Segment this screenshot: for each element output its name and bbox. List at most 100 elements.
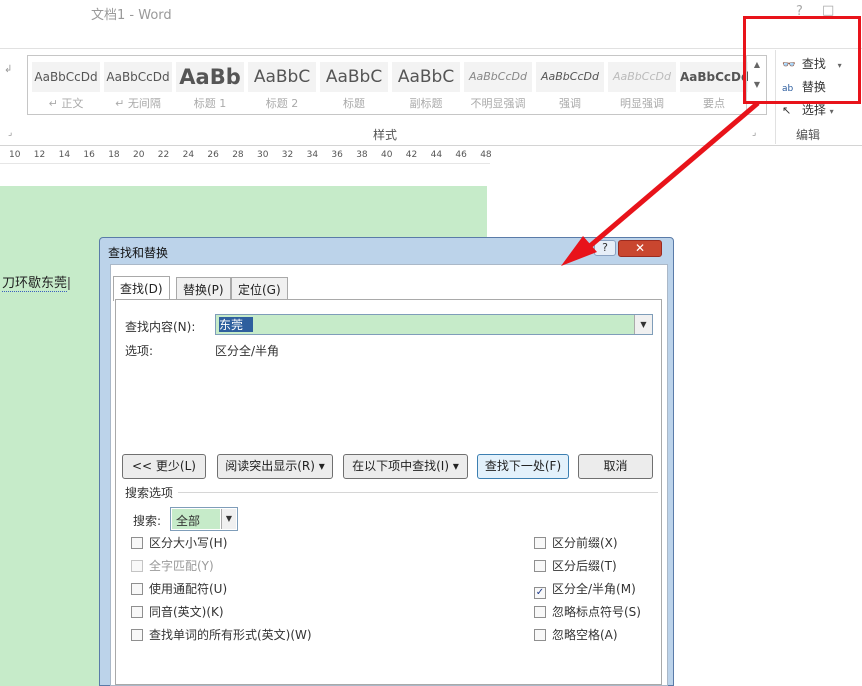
ruler-tick: 18 [108, 150, 120, 160]
style-preview: AaBbCcDd [32, 62, 100, 92]
cancel-button[interactable]: 取消 [578, 454, 653, 479]
style-name: 标题 [343, 97, 365, 110]
match-suffix-checkbox[interactable]: 区分后缀(T) [534, 557, 617, 575]
style-name: 不明显强调 [470, 97, 526, 110]
checkbox-box[interactable] [131, 606, 143, 618]
sounds-like-checkbox[interactable]: 同音(英文)(K) [131, 603, 224, 621]
checkbox-box[interactable] [534, 537, 546, 549]
tab-find[interactable]: 查找(D) [113, 276, 170, 301]
style-item[interactable]: AaBbCcDd ↵ 无间隔 [104, 62, 172, 112]
title-bar: 文档1 - Word ? □ [0, 0, 862, 28]
ruler-tick: 40 [381, 150, 393, 160]
reading-highlight-button[interactable]: 阅读突出显示(R) ▾ [217, 454, 333, 479]
style-name: ↵ 正文 [48, 97, 84, 110]
checkbox-box[interactable] [131, 583, 143, 595]
dialog-close-icon[interactable]: ✕ [618, 240, 662, 257]
ruler-tick: 46 [455, 150, 467, 160]
find-next-button[interactable]: 查找下一处(F) [477, 454, 569, 479]
checkbox-label: 忽略空格(A) [552, 628, 618, 642]
style-name: 标题 1 [193, 97, 227, 110]
checkbox-label: 查找单词的所有形式(英文)(W) [149, 628, 312, 642]
options-label: 选项: [125, 344, 154, 358]
checkmark-icon[interactable]: ✓ [534, 587, 546, 599]
wildcards-checkbox[interactable]: 使用通配符(U) [131, 580, 227, 598]
style-item[interactable]: AaBbCcDd 强调 [536, 62, 604, 112]
dialog-body: 查找(D) 替换(P) 定位(G) 查找内容(N): ▼ 选项: 区分全/半角 … [110, 264, 668, 686]
select-button[interactable]: ↖ 选择 ▾ [782, 101, 834, 121]
paragraph-mark-icon: ↲ [4, 64, 13, 75]
checkbox-label: 区分后缀(T) [552, 559, 617, 573]
checkbox-box[interactable] [131, 629, 143, 641]
style-item[interactable]: AaBbCcDd 不明显强调 [464, 62, 532, 112]
style-preview: AaBbC [248, 62, 316, 92]
ruler-tick: 38 [356, 150, 368, 160]
style-preview: AaBbCcDd [104, 62, 172, 92]
style-item[interactable]: AaBbC 标题 [320, 62, 388, 112]
text-cursor: ǀ [67, 276, 71, 291]
match-case-checkbox[interactable]: 区分大小写(H) [131, 534, 227, 552]
style-preview: AaBb [176, 62, 244, 92]
checkbox-box[interactable] [534, 606, 546, 618]
style-preview: AaBbCcDd [680, 62, 748, 92]
style-item[interactable]: AaBb 标题 1 [176, 62, 244, 112]
search-direction-value: 全部 [172, 509, 220, 529]
style-item[interactable]: AaBbC 标题 2 [248, 62, 316, 112]
checkbox-label: 区分前缀(X) [552, 536, 618, 550]
chevron-down-icon: ▾ [829, 107, 834, 116]
style-item[interactable]: AaBbCcDd ↵ 正文 [32, 62, 100, 112]
style-name: ↵ 无间隔 [115, 97, 161, 110]
checkbox-label: 区分大小写(H) [149, 536, 228, 550]
style-preview: AaBbC [320, 62, 388, 92]
style-name: 副标题 [409, 97, 443, 110]
match-width-checkbox[interactable]: ✓ 区分全/半角(M) [534, 580, 636, 599]
checkbox-box [131, 560, 143, 572]
tab-goto[interactable]: 定位(G) [231, 277, 288, 299]
search-direction-select[interactable]: 全部 ▼ [170, 507, 238, 531]
section-divider [178, 492, 658, 493]
ruler-tick: 26 [207, 150, 219, 160]
checkbox-label: 全字匹配(Y) [149, 559, 214, 573]
ruler-tick: 24 [182, 150, 195, 160]
ignore-punctuation-checkbox[interactable]: 忽略标点符号(S) [534, 603, 641, 621]
dialog-help-icon[interactable]: ? [594, 240, 616, 256]
ruler-tick: 20 [133, 150, 145, 160]
ruler-tick: 34 [306, 150, 319, 160]
find-what-combobox[interactable]: ▼ [215, 314, 653, 335]
checkbox-box[interactable] [131, 537, 143, 549]
all-word-forms-checkbox[interactable]: 查找单词的所有形式(英文)(W) [131, 626, 312, 644]
cursor-icon: ↖ [782, 104, 792, 117]
checkbox-box[interactable] [534, 560, 546, 572]
window-title: 文档1 - Word [91, 8, 172, 23]
style-item[interactable]: AaBbCcDd 要点 [680, 62, 748, 112]
ignore-whitespace-checkbox[interactable]: 忽略空格(A) [534, 626, 618, 644]
dialog-launcher-icon[interactable]: ⌟ [8, 128, 12, 138]
style-item[interactable]: AaBbC 副标题 [392, 62, 460, 112]
ruler-tick: 14 [58, 150, 71, 160]
document-text[interactable]: 刀环歇东莞ǀ [2, 272, 71, 292]
find-in-button[interactable]: 在以下项中查找(I) ▾ [343, 454, 468, 479]
ruler[interactable]: 10 12 14 16 18 20 22 24 26 28 30 32 34 36 38 40 42 44 46 48 [0, 146, 492, 164]
style-preview: AaBbCcDd [608, 62, 676, 92]
select-label: 选择 [801, 103, 826, 117]
match-prefix-checkbox[interactable]: 区分前缀(X) [534, 534, 618, 552]
less-button[interactable]: << 更少(L) [122, 454, 206, 479]
checkbox-label: 区分全/半角(M) [552, 582, 636, 596]
document-text-content: 刀环歇东莞 [2, 276, 68, 292]
find-what-input[interactable] [217, 316, 633, 333]
checkbox-label: 使用通配符(U) [149, 582, 228, 596]
editing-group-label: 编辑 [796, 128, 821, 142]
options-value: 区分全/半角 [215, 344, 280, 358]
find-tab-panel: 查找内容(N): ▼ 选项: 区分全/半角 << 更少(L) 阅读突出显示(R)… [115, 299, 662, 685]
tab-replace[interactable]: 替换(P) [176, 277, 231, 299]
style-name: 要点 [703, 97, 725, 110]
dialog-launcher-icon[interactable]: ⌟ [752, 128, 756, 138]
find-what-label: 查找内容(N): [125, 320, 196, 334]
chevron-down-icon[interactable]: ▼ [221, 509, 236, 529]
style-name: 标题 2 [265, 97, 299, 110]
checkbox-label: 忽略标点符号(S) [552, 605, 641, 619]
checkbox-box[interactable] [534, 629, 546, 641]
search-options-label: 搜索选项 [125, 486, 174, 500]
search-direction-label: 搜索: [133, 514, 162, 528]
style-item[interactable]: AaBbCcDd 明显强调 [608, 62, 676, 112]
find-dropdown-icon[interactable]: ▼ [634, 315, 652, 334]
